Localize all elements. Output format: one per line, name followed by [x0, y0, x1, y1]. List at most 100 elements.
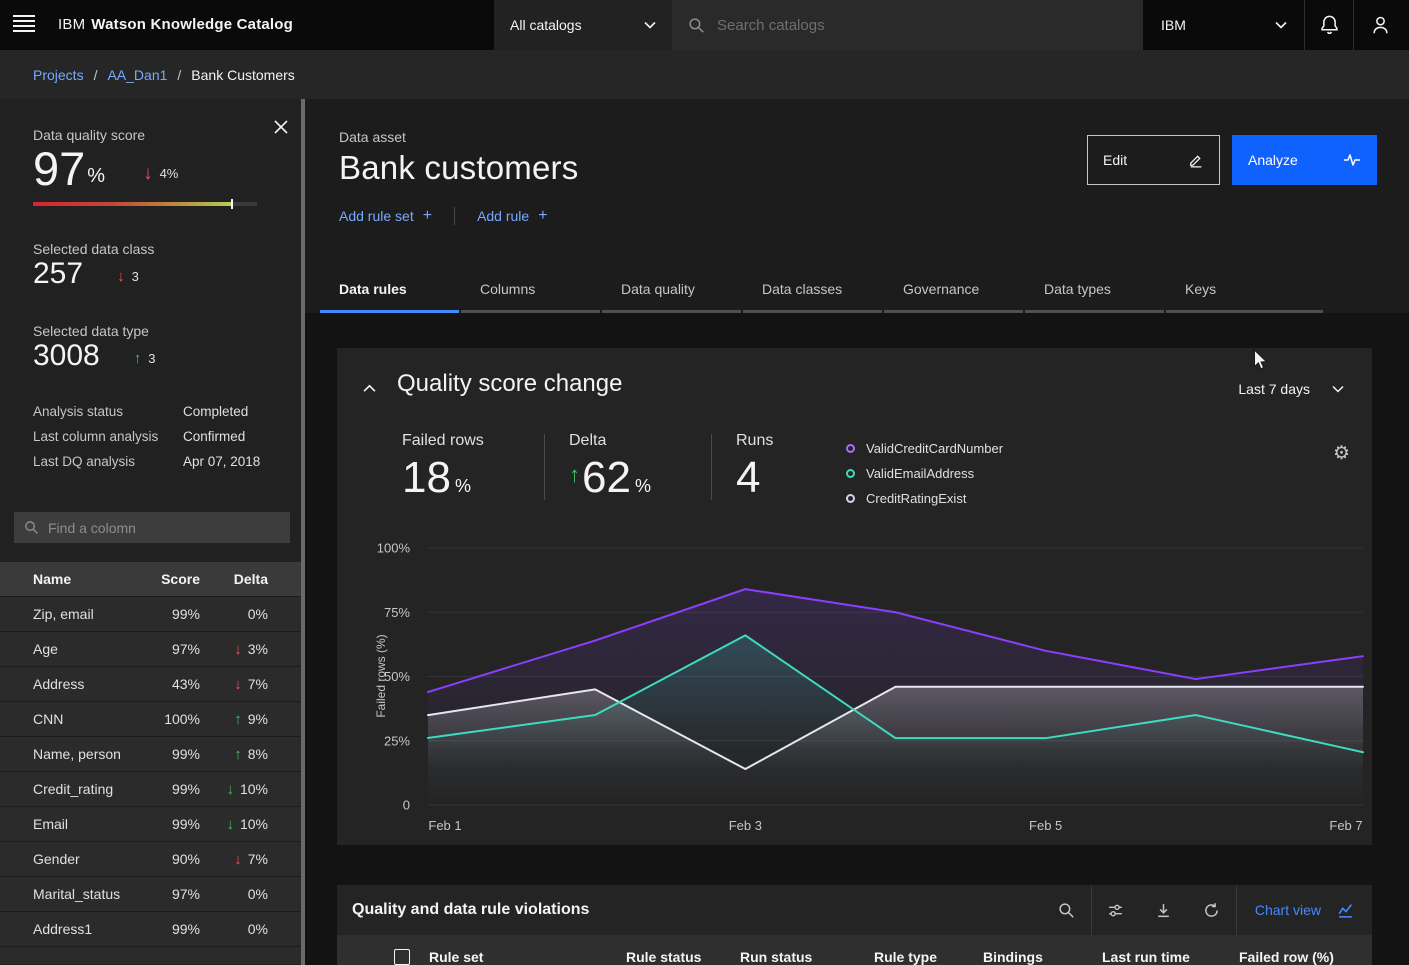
- arrow-down: ↓: [143, 164, 153, 183]
- stat-delta: Delta ↑ 62 %: [569, 432, 687, 500]
- score-gauge: [33, 202, 257, 206]
- column-delta-value: 3%: [248, 641, 268, 657]
- columns-table-header: NameScoreDelta: [0, 562, 305, 596]
- table-row[interactable]: Name, person99%↑8%: [0, 736, 305, 771]
- legend-label: ValidCreditCardNumber: [866, 441, 1003, 456]
- tab-data-types[interactable]: Data types: [1025, 273, 1164, 313]
- column-delta-value: 7%: [248, 676, 268, 692]
- account-selector[interactable]: IBM: [1143, 0, 1305, 50]
- collapse-section-button[interactable]: [363, 380, 376, 398]
- table-row[interactable]: Zip, email99%0%: [0, 596, 305, 631]
- score-delta: 4%: [160, 166, 179, 181]
- add-rule-link[interactable]: Add rule +: [477, 207, 548, 225]
- column-header[interactable]: Name: [33, 571, 140, 587]
- table-row[interactable]: Email99%↓10%: [0, 806, 305, 841]
- column-delta-value: 0%: [248, 886, 268, 902]
- divider: [711, 434, 712, 500]
- time-range-selector[interactable]: Last 7 days: [1238, 381, 1344, 397]
- table-row[interactable]: Gender90%↓7%: [0, 841, 305, 876]
- search-input[interactable]: [717, 17, 1097, 34]
- data-class-label: Selected data class: [33, 241, 154, 257]
- violations-column-header[interactable]: Rule set: [429, 949, 483, 965]
- data-type-delta: 3: [148, 351, 155, 366]
- table-row[interactable]: Age97%↓3%: [0, 631, 305, 666]
- table-row[interactable]: Credit_rating99%↓10%: [0, 771, 305, 806]
- menu-icon[interactable]: [13, 15, 35, 35]
- brand-name: Watson Knowledge Catalog: [91, 16, 293, 33]
- search-icon: [24, 520, 39, 535]
- svg-text:Feb 7: Feb 7: [1329, 818, 1362, 833]
- tab-governance[interactable]: Governance: [884, 273, 1023, 313]
- filter-adjust-icon: [1107, 902, 1124, 919]
- analyze-button[interactable]: Analyze: [1232, 135, 1377, 185]
- columns-table: NameScoreDelta Zip, email99%0%Age97%↓3%A…: [0, 562, 305, 964]
- column-delta: ↓7%: [200, 676, 268, 692]
- violations-column-header[interactable]: Failed row (%): [1239, 949, 1334, 965]
- quality-score-chart: 100%75%50%25%0Failed rows (%)Feb 1Feb 3F…: [357, 538, 1372, 838]
- column-name: Credit_rating: [33, 781, 140, 797]
- legend-item[interactable]: ValidEmailAddress: [846, 461, 1003, 486]
- tab-label: Data quality: [621, 281, 695, 297]
- data-type-value: 3008: [33, 339, 100, 373]
- column-delta: ↓10%: [200, 816, 268, 832]
- tab-data-rules[interactable]: Data rules: [320, 273, 459, 313]
- breadcrumb-link[interactable]: Projects: [33, 67, 84, 83]
- table-row[interactable]: Marital_status97%0%: [0, 876, 305, 911]
- notifications-button[interactable]: [1305, 0, 1353, 50]
- violations-column-header[interactable]: Last run time: [1102, 949, 1190, 965]
- catalog-selector[interactable]: All catalogs: [494, 0, 672, 50]
- tab-columns[interactable]: Columns: [461, 273, 600, 313]
- gear-icon[interactable]: ⚙: [1333, 444, 1350, 463]
- column-score: 99%: [140, 816, 200, 832]
- tab-keys[interactable]: Keys: [1166, 273, 1323, 313]
- violations-column-header[interactable]: Rule status: [626, 949, 701, 965]
- table-row[interactable]: Address43%↓7%: [0, 666, 305, 701]
- table-row[interactable]: CNN100%↑9%: [0, 701, 305, 736]
- meta-row: Last DQ analysisApr 07, 2018: [33, 449, 278, 474]
- tab-data-quality[interactable]: Data quality: [602, 273, 741, 313]
- add-rule-set-link[interactable]: Add rule set +: [339, 207, 432, 225]
- arrow-down: ↓: [226, 817, 234, 832]
- table-row-partial[interactable]: [0, 946, 305, 964]
- legend-item[interactable]: ValidCreditCardNumber: [846, 436, 1003, 461]
- user-menu-button[interactable]: [1356, 0, 1404, 50]
- column-header[interactable]: Delta: [200, 571, 268, 587]
- column-name: Zip, email: [33, 606, 140, 622]
- data-quality-sidebar: Data quality score 97 % ↓ 4% Selected da…: [0, 99, 305, 965]
- select-all-checkbox[interactable]: [394, 949, 410, 965]
- tab-label: Data rules: [339, 281, 407, 297]
- table-row[interactable]: Address199%0%: [0, 911, 305, 946]
- column-score: 43%: [140, 676, 200, 692]
- chart-view-toggle[interactable]: Chart view: [1255, 902, 1354, 919]
- column-delta: 0%: [200, 886, 268, 902]
- violations-column-header[interactable]: Bindings: [983, 949, 1043, 965]
- column-delta-value: 10%: [240, 781, 268, 797]
- legend-item[interactable]: CreditRatingExist: [846, 486, 1003, 511]
- violations-column-header[interactable]: Run status: [740, 949, 812, 965]
- sidebar-close-button[interactable]: [271, 117, 291, 137]
- table-search-button[interactable]: [1043, 885, 1091, 935]
- legend-dot: [846, 469, 855, 478]
- account-label: IBM: [1161, 17, 1186, 33]
- column-score: 90%: [140, 851, 200, 867]
- violations-column-header[interactable]: Rule type: [874, 949, 937, 965]
- column-score: 99%: [140, 746, 200, 762]
- stat-unit: %: [455, 476, 471, 497]
- breadcrumb-link[interactable]: AA_Dan1: [107, 67, 167, 83]
- download-button[interactable]: [1140, 885, 1188, 935]
- tab-data-classes[interactable]: Data classes: [743, 273, 882, 313]
- rule-links: Add rule set + Add rule +: [339, 207, 548, 225]
- add-rule-label: Add rule: [477, 208, 529, 224]
- asset-header: Data asset Bank customers Add rule set +…: [305, 99, 1409, 313]
- column-delta-value: 9%: [248, 711, 268, 727]
- arrow-up: ↑: [134, 351, 142, 366]
- violations-card: Quality and data rule violations Chart v…: [337, 885, 1372, 965]
- filter-button[interactable]: [1092, 885, 1140, 935]
- edit-button[interactable]: Edit: [1087, 135, 1220, 185]
- search-icon: [1058, 902, 1075, 919]
- refresh-button[interactable]: [1188, 885, 1236, 935]
- column-name: Gender: [33, 851, 140, 867]
- column-delta: 0%: [200, 606, 268, 622]
- column-header[interactable]: Score: [140, 571, 200, 587]
- column-search-input[interactable]: [48, 520, 268, 536]
